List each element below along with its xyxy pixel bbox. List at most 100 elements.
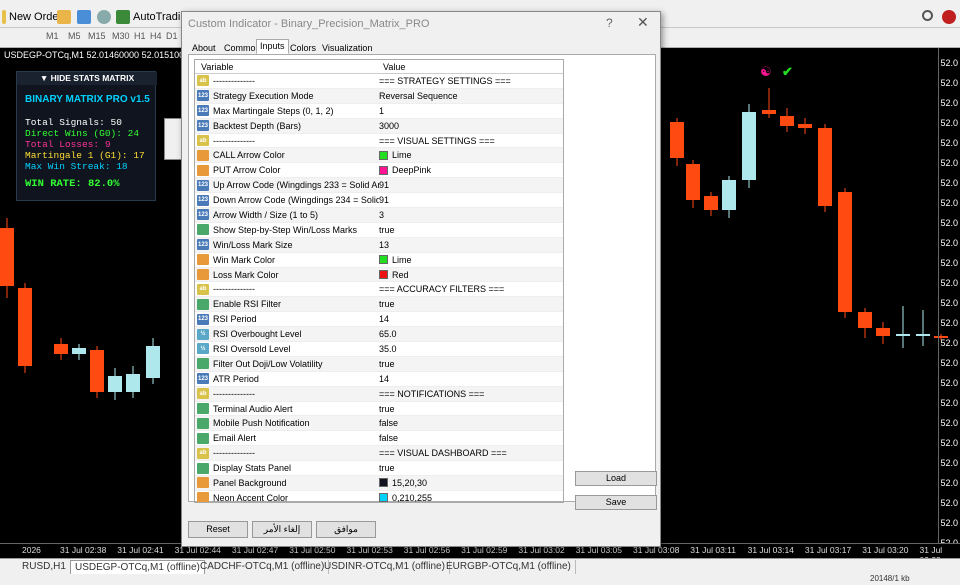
input-row[interactable]: Terminal Audio Alert true [195, 402, 563, 417]
picture-icon[interactable] [77, 10, 91, 24]
input-value[interactable]: DeepPink [379, 165, 431, 175]
save-button[interactable]: Save [575, 495, 657, 510]
reset-button[interactable]: Reset [188, 521, 248, 538]
input-row[interactable]: Enable RSI Filter true [195, 297, 563, 313]
input-value[interactable]: false [379, 418, 398, 428]
status-bar: 20148/1 kb [0, 574, 960, 585]
tf-d1[interactable]: D1 [166, 31, 178, 41]
input-value[interactable]: 0,210,255 [379, 493, 432, 502]
tab-eurgbp[interactable]: EURGBP-OTCq,M1 (offline) [442, 560, 576, 574]
tf-m5[interactable]: M5 [68, 31, 81, 41]
hide-stats-button[interactable]: ▼ HIDE STATS MATRIX [17, 72, 157, 85]
input-value[interactable]: true [379, 299, 395, 309]
time-label: 31 Jul 03:14 [747, 545, 794, 555]
input-value[interactable]: === NOTIFICATIONS === [379, 389, 484, 399]
input-row[interactable]: 123 Strategy Execution Mode Reversal Seque… [195, 88, 563, 104]
info-icon[interactable] [942, 10, 956, 24]
input-value[interactable]: false [379, 433, 398, 443]
search-icon[interactable] [922, 10, 933, 21]
input-row[interactable]: ab -------------- === NOTIFICATIONS === [195, 386, 563, 402]
tab-visualization[interactable]: Visualization [318, 41, 376, 54]
input-row[interactable]: CALL Arrow Color Lime [195, 148, 563, 164]
tab-colors[interactable]: Colors [286, 41, 320, 54]
input-row[interactable]: Win Mark Color Lime [195, 253, 563, 268]
input-row[interactable]: ab -------------- === VISUAL DASHBOARD === [195, 446, 563, 462]
input-row[interactable]: 123 Arrow Width / Size (1 to 5) 3 [195, 208, 563, 223]
tab-cadchf[interactable]: CADCHF-OTCq,M1 (offline) [196, 560, 330, 574]
price-label: 52.0 [940, 518, 958, 528]
help-button[interactable]: ? [606, 16, 613, 30]
cancel-button[interactable]: إلغاء الأمر [252, 521, 312, 538]
input-row[interactable]: ab -------------- === STRATEGY SETTINGS ==… [195, 74, 563, 89]
input-value[interactable]: 91 [379, 180, 389, 190]
input-row[interactable]: ½ RSI Oversold Level 35.0 [195, 342, 563, 357]
input-row[interactable]: Filter Out Doji/Low Volatility true [195, 356, 563, 372]
input-value[interactable]: === VISUAL DASHBOARD === [379, 448, 507, 458]
input-row[interactable]: 123 Backtest Depth (Bars) 3000 [195, 118, 563, 134]
ok-button[interactable]: موافق [316, 521, 376, 538]
tf-h1[interactable]: H1 [134, 31, 146, 41]
tf-m30[interactable]: M30 [112, 31, 130, 41]
input-value[interactable]: 1 [379, 106, 384, 116]
input-row[interactable]: 123 RSI Period 14 [195, 312, 563, 328]
input-row[interactable]: Loss Mark Color Red [195, 267, 563, 283]
input-row[interactable]: Email Alert false [195, 431, 563, 447]
input-name: Up Arrow Code (Wingdings 233 = Solid Arr… [213, 180, 379, 191]
input-row[interactable]: Neon Accent Color 0,210,255 [195, 491, 563, 502]
input-value[interactable]: 14 [379, 374, 389, 384]
tab-usdinr[interactable]: USDINR-OTCq,M1 (offline) [320, 560, 450, 574]
input-row[interactable]: 123 Win/Loss Mark Size 13 [195, 237, 563, 253]
tab-inputs[interactable]: Inputs [256, 39, 289, 54]
input-value[interactable]: true [379, 359, 395, 369]
input-row[interactable]: Panel Background 15,20,30 [195, 476, 563, 491]
double-icon: ½ [197, 343, 209, 355]
input-value[interactable]: 91 [379, 195, 389, 205]
input-value[interactable]: Red [379, 270, 409, 280]
globe-icon[interactable] [97, 10, 111, 24]
input-value[interactable]: 65.0 [379, 329, 397, 339]
input-value[interactable]: Lime [379, 255, 412, 265]
input-value[interactable]: Lime [379, 150, 412, 160]
input-value[interactable]: === STRATEGY SETTINGS === [379, 76, 511, 86]
time-label: 31 Jul 03:17 [804, 545, 852, 555]
tab-usdegp[interactable]: USDEGP-OTCq,M1 (offline) [70, 560, 205, 574]
input-value[interactable]: 3 [379, 210, 384, 220]
input-row[interactable]: ab -------------- === VISUAL SETTINGS === [195, 134, 563, 149]
input-value[interactable]: 35.0 [379, 344, 397, 354]
input-row[interactable]: PUT Arrow Color DeepPink [195, 163, 563, 179]
input-value[interactable]: true [379, 404, 395, 414]
input-row[interactable]: Show Step-by-Step Win/Loss Marks true [195, 223, 563, 238]
close-icon[interactable]: ✕ [637, 14, 649, 31]
input-row[interactable]: 123 Up Arrow Code (Wingdings 233 = Solid … [195, 178, 563, 194]
input-row[interactable]: ab -------------- === ACCURACY FILTERS === [195, 282, 563, 298]
tf-h4[interactable]: H4 [150, 31, 162, 41]
input-name: PUT Arrow Color [213, 165, 281, 176]
input-row[interactable]: Display Stats Panel true [195, 461, 563, 477]
new-order-button[interactable]: New Order [2, 9, 62, 25]
tf-m15[interactable]: M15 [88, 31, 106, 41]
tab-rusd[interactable]: RUSD,H1 [18, 560, 71, 574]
input-row[interactable]: 123 Max Martingale Steps (0, 1, 2) 1 [195, 104, 563, 119]
input-row[interactable]: 123 Down Arrow Code (Wingdings 234 = Soli… [195, 193, 563, 209]
input-value[interactable]: Reversal Sequence [379, 91, 458, 101]
input-row[interactable]: ½ RSI Overbought Level 65.0 [195, 327, 563, 343]
input-value[interactable]: === VISUAL SETTINGS === [379, 136, 495, 146]
input-value[interactable]: 15,20,30 [379, 478, 427, 488]
string-icon: ab [197, 283, 209, 295]
input-value[interactable]: true [379, 463, 395, 473]
tab-about[interactable]: About [188, 41, 220, 54]
input-value[interactable]: 3000 [379, 121, 399, 131]
load-button[interactable]: Load [575, 471, 657, 486]
tf-m1[interactable]: M1 [46, 31, 59, 41]
input-value[interactable]: true [379, 225, 395, 235]
input-value[interactable]: === ACCURACY FILTERS === [379, 284, 504, 294]
input-value[interactable]: 14 [379, 314, 389, 324]
input-value-text: 3000 [379, 120, 400, 131]
folder-icon[interactable] [57, 10, 71, 24]
input-name: Show Step-by-Step Win/Loss Marks [213, 224, 358, 235]
color-icon [197, 149, 209, 161]
input-value[interactable]: 13 [379, 240, 389, 250]
input-row[interactable]: Mobile Push Notification false [195, 416, 563, 432]
candle-body [798, 124, 812, 128]
input-row[interactable]: 123 ATR Period 14 [195, 372, 563, 387]
